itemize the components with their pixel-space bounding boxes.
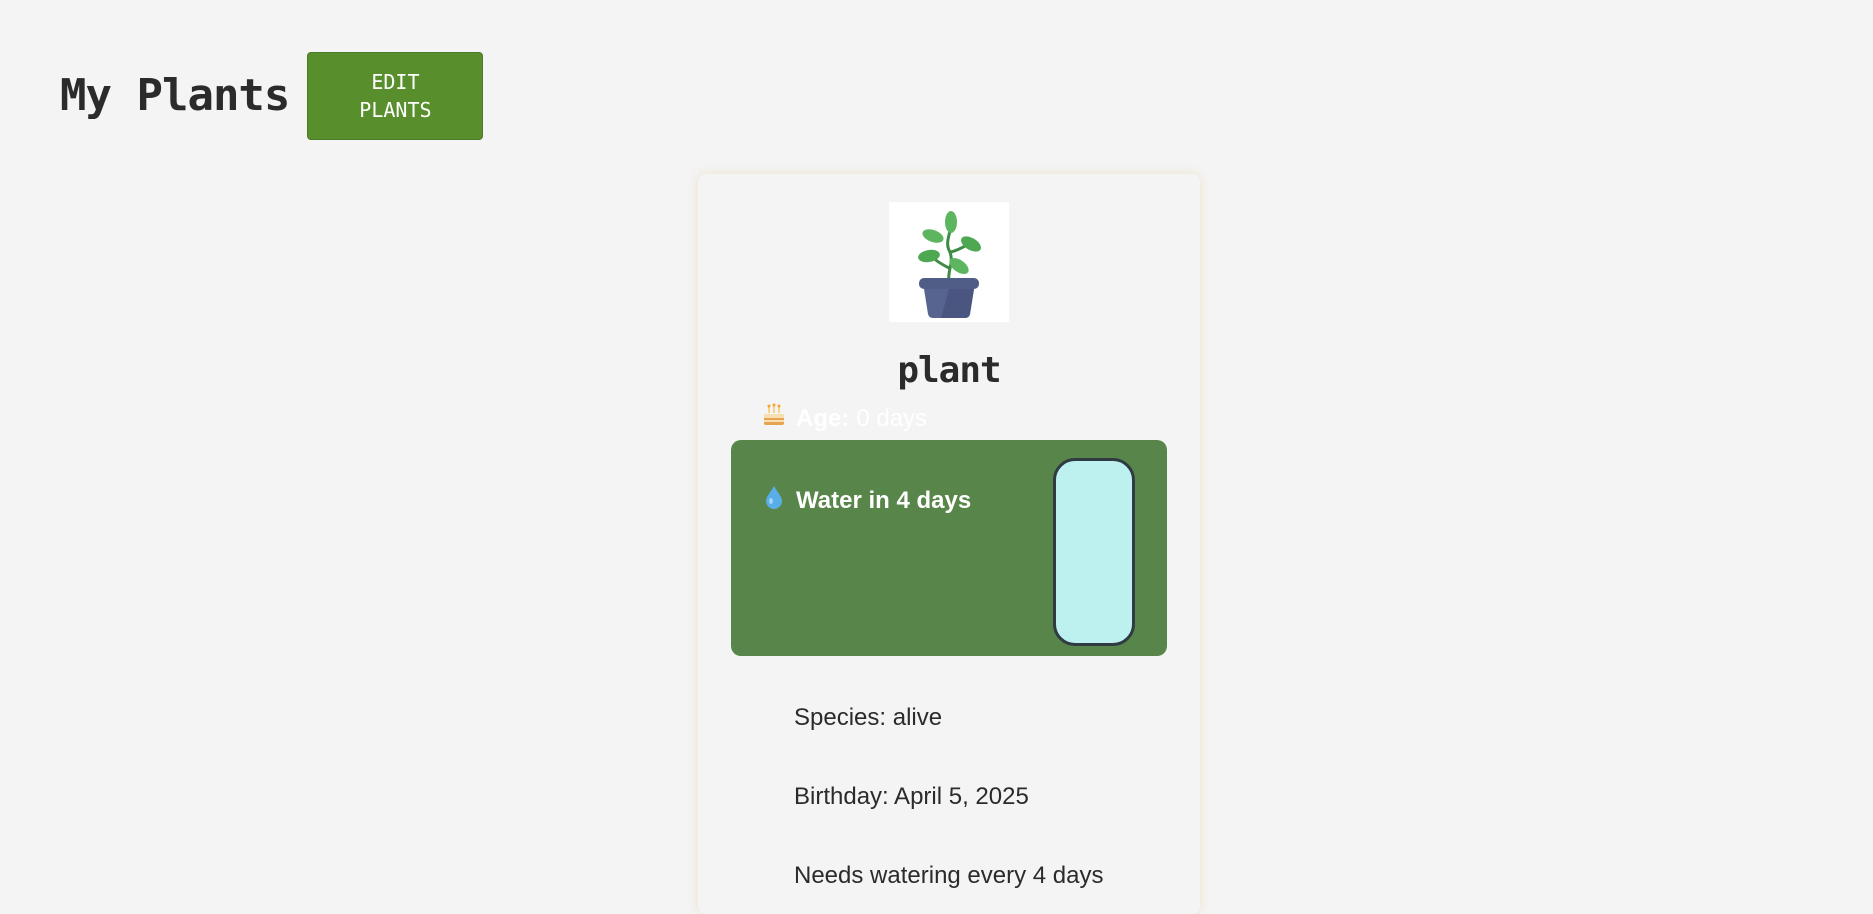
potted-plant-icon: [889, 202, 1009, 322]
plant-name: plant: [897, 350, 1001, 391]
watering-frequency-detail: Needs watering every 4 days: [794, 862, 1104, 889]
species-detail: Species: alive: [794, 704, 943, 731]
water-schedule-text: Water in 4 days: [796, 486, 972, 514]
age-stat: Age: 0 days: [761, 402, 927, 435]
age-label: Age:: [796, 404, 850, 432]
water-drop-icon: [761, 484, 796, 517]
birthday-detail: Birthday: April 5, 2025: [794, 783, 1029, 810]
plant-status-panel: [731, 440, 1167, 656]
edit-plants-button[interactable]: EDIT PLANTS: [307, 52, 484, 140]
plant-card[interactable]: plant Age: 0 days Water in 4 days Specie…: [698, 174, 1200, 914]
birthday-cake-icon: [761, 402, 796, 435]
page-title: My Plants: [60, 70, 290, 121]
page-header: My Plants EDIT PLANTS: [60, 52, 484, 140]
water-stat: Water in 4 days: [761, 484, 978, 517]
age-value: 0 days: [856, 404, 928, 432]
water-level-meter: [1053, 458, 1135, 646]
